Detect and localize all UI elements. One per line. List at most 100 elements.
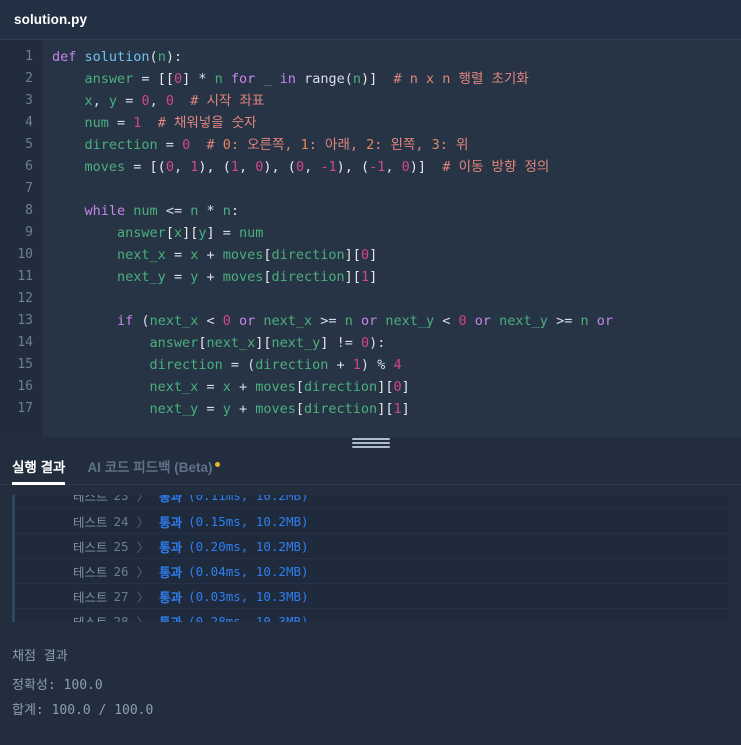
test-result-row[interactable]: 테스트 23 〉 통과 (0.11ms, 10.2MB): [15, 495, 729, 508]
test-status: 통과: [159, 514, 183, 530]
code-token: x: [84, 93, 93, 109]
code-token: 0: [222, 313, 239, 329]
code-token: 0: [295, 159, 305, 175]
code-token: 1: [352, 357, 361, 373]
code-token: ):: [369, 335, 386, 351]
handle-bar-2: [351, 442, 390, 444]
code-token: (: [247, 357, 256, 373]
code-token: next_x: [149, 379, 199, 395]
code-editor[interactable]: 1 def solution(n): 2 answer = [[0] * n for…: [0, 40, 741, 437]
code-token: ][: [344, 269, 361, 285]
code-token: answer: [117, 225, 166, 241]
line-number: 13: [17, 313, 33, 328]
code-token: next_x: [263, 313, 321, 329]
test-results-list[interactable]: 테스트 23 〉 통과 (0.11ms, 10.2MB) 테스트 24 〉 통과 (0.15ms,…: [12, 495, 729, 622]
bottom-tab-0[interactable]: 실행 결과: [12, 456, 66, 485]
bottom-tab-label: 실행 결과: [12, 460, 66, 475]
test-results-scroll: 테스트 23 〉 통과 (0.11ms, 10.2MB) 테스트 24 〉 통과 (0.15ms,…: [15, 495, 729, 622]
chevron-right-icon: 〉: [136, 614, 150, 623]
test-result-row[interactable]: 테스트 27 〉 통과 (0.03ms, 10.3MB): [15, 583, 729, 608]
test-label: 테스트: [73, 614, 108, 623]
code-line-text: moves = [(0, 1), (1, 0), (0, -1), (-1, 0…: [42, 156, 550, 178]
test-metrics: (0.28ms, 10.3MB): [188, 613, 309, 623]
code-token: ,: [304, 159, 321, 175]
code-token: direction: [271, 247, 345, 263]
code-token: ][: [377, 401, 394, 417]
code-line-text: next_y = y + moves[direction][1]: [42, 398, 410, 420]
code-token: # 이동 방향 정의: [426, 159, 550, 175]
code-token: next_y: [385, 313, 443, 329]
line-number: 12: [17, 291, 33, 306]
beta-notification-dot-icon: [214, 461, 220, 467]
line-number: 1: [25, 49, 33, 64]
code-line: 15 direction = (direction + 1) % 4: [0, 354, 741, 376]
code-token: for: [230, 71, 264, 87]
code-token: answer: [84, 71, 134, 87]
panel-resize-handle[interactable]: [351, 438, 390, 448]
code-line-text: next_x = x + moves[direction][0]: [42, 244, 377, 266]
code-token: ]: [182, 71, 199, 87]
code-token: n: [190, 203, 207, 219]
code-token: 0: [173, 71, 183, 87]
code-token: # 시작 좌표: [174, 93, 265, 109]
code-token: direction: [149, 357, 223, 373]
code-token: direction: [304, 401, 378, 417]
test-result-row[interactable]: 테스트 28 〉 통과 (0.28ms, 10.3MB): [15, 608, 729, 622]
test-number: 24: [113, 513, 129, 529]
code-token: _: [263, 71, 280, 87]
bottom-tab-1[interactable]: AI 코드 피드백 (Beta): [87, 456, 220, 484]
code-token: 0: [165, 159, 174, 175]
code-token: in: [279, 71, 305, 87]
code-token: [: [295, 401, 305, 417]
code-token: [: [165, 225, 174, 241]
code-token: [: [263, 247, 272, 263]
editor-header: solution.py: [0, 0, 741, 40]
handle-bar-1: [351, 438, 390, 440]
code-token: or: [596, 313, 613, 329]
total-label: 합계:: [12, 703, 52, 718]
file-tab-solution-py[interactable]: solution.py: [14, 12, 87, 27]
code-token: ][: [182, 225, 199, 241]
code-token: direction: [255, 357, 337, 373]
code-token: ):: [165, 49, 183, 65]
code-token: =: [222, 357, 248, 373]
code-line: 17 next_y = y + moves[direction][1]: [0, 398, 741, 420]
code-line-text: def solution(n):: [42, 46, 182, 68]
test-number: 27: [113, 588, 129, 604]
code-token: 3: [431, 137, 440, 153]
code-content[interactable]: 1 def solution(n): 2 answer = [[0] * n for…: [0, 40, 741, 420]
test-metrics: (0.11ms, 10.2MB): [188, 495, 309, 503]
code-token: =: [108, 115, 134, 131]
line-number: 3: [25, 93, 33, 108]
bottom-panel-tab-bar: 실행 결과 AI 코드 피드백 (Beta): [0, 449, 741, 485]
code-token: 0: [360, 247, 370, 263]
code-token: [[: [157, 71, 174, 87]
code-token: =: [165, 247, 191, 263]
code-token: ][: [255, 335, 272, 351]
code-token: moves: [222, 247, 264, 263]
handle-bar-3: [351, 446, 390, 448]
code-line-text: while num <= n * n:: [42, 200, 240, 222]
test-status: 통과: [159, 614, 183, 623]
scoring-result-block: 채점 결과 정확성: 100.0 합계: 100.0 / 100.0: [12, 644, 729, 723]
code-token: *: [198, 71, 215, 87]
code-token: or: [360, 313, 386, 329]
code-token: )]: [409, 159, 427, 175]
code-token: x: [173, 225, 183, 241]
test-label: 테스트: [73, 564, 108, 580]
test-result-row[interactable]: 테스트 24 〉 통과 (0.15ms, 10.2MB): [15, 508, 729, 533]
test-result-row[interactable]: 테스트 26 〉 통과 (0.04ms, 10.2MB): [15, 558, 729, 583]
code-line: 6 moves = [(0, 1), (1, 0), (0, -1), (-1,…: [0, 156, 741, 178]
scoring-result-title: 채점 결과: [12, 649, 68, 664]
code-token: or: [474, 313, 500, 329]
code-token: -1: [369, 159, 386, 175]
test-result-row[interactable]: 테스트 25 〉 통과 (0.20ms, 10.2MB): [15, 533, 729, 558]
line-number: 16: [17, 379, 33, 394]
code-token: =: [198, 379, 223, 395]
chevron-right-icon: 〉: [136, 539, 150, 555]
test-metrics: (0.03ms, 10.3MB): [188, 588, 309, 604]
